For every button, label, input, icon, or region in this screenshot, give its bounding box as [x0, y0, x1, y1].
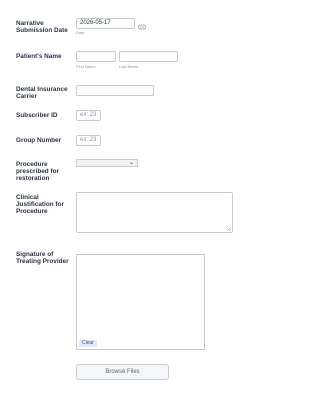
group-number-placeholder: ex: 23: [80, 137, 97, 143]
justification-label: Clinical Justification for Procedure: [16, 194, 64, 216]
subscriber-id-placeholder: ex: 23: [80, 112, 97, 118]
group-number-label: Group Number: [16, 137, 62, 144]
signature-pad[interactable]: Clear: [76, 254, 205, 350]
first-name-input[interactable]: [76, 51, 116, 62]
narrative-date-sublabel: Date: [76, 30, 85, 35]
justification-textarea[interactable]: [76, 192, 233, 233]
resize-handle-icon[interactable]: [227, 227, 231, 231]
last-name-input[interactable]: [119, 51, 178, 62]
group-number-input[interactable]: ex: 23: [76, 135, 101, 146]
narrative-date-value: 2026-05-17: [80, 20, 111, 26]
insurance-carrier-input[interactable]: [76, 85, 154, 96]
insurance-carrier-label: Dental Insurance Carrier: [16, 86, 68, 101]
narrative-date-label: Narrative Submission Date: [16, 20, 68, 35]
signature-clear-button[interactable]: Clear: [79, 340, 97, 347]
procedure-select[interactable]: ⌄: [76, 159, 138, 167]
calendar-icon[interactable]: [138, 18, 146, 36]
signature-label: Signature of Treating Provider: [16, 251, 69, 266]
subscriber-id-input[interactable]: ex: 23: [76, 110, 101, 121]
narrative-date-input[interactable]: 2026-05-17: [76, 18, 135, 29]
subscriber-id-label: Subscriber ID: [16, 112, 58, 119]
procedure-label: Procedure prescribed for restoration: [16, 161, 59, 183]
chevron-down-icon: ⌄: [128, 160, 134, 166]
first-name-sublabel: First Name: [76, 64, 96, 69]
last-name-sublabel: Last Name: [119, 64, 139, 69]
browse-files-button[interactable]: Browse Files: [76, 364, 169, 380]
